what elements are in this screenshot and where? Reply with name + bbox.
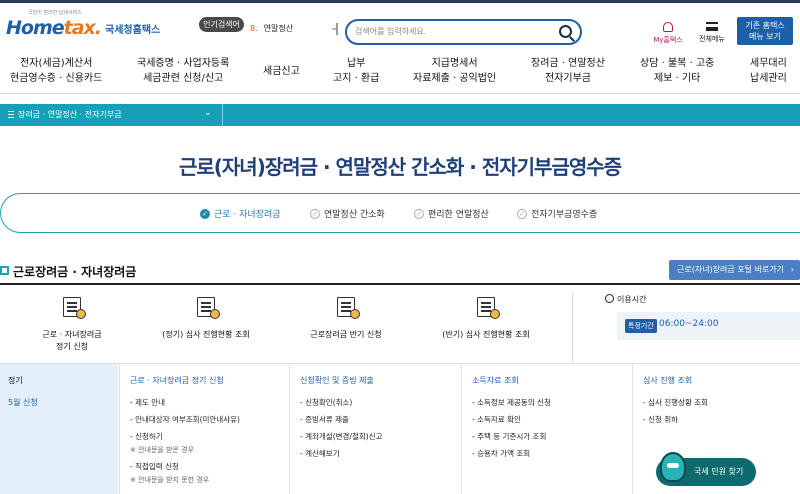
period-badge: 특정기간 (625, 319, 657, 333)
link-housing-price[interactable]: - 주택 등 기준시가 조회 (472, 428, 632, 445)
breadcrumb-title[interactable]: 장려금 · 연말정산 · 전자기부금 (18, 109, 122, 120)
tax-service-finder-button[interactable]: 국세 민원 찾기 (656, 452, 756, 486)
link-consent-request[interactable]: - 소득정보 제공동의 신청 (472, 394, 632, 411)
link-eligibility-check[interactable]: - 안내대상자 여부조회(미안내사유) (130, 411, 289, 428)
tab-simplified-settlement[interactable]: ✓ 연말정산 간소화 (310, 207, 385, 220)
incentive-portal-button[interactable]: 근로(자녀)장려금 포털 바로가기 › (669, 260, 800, 280)
section-divider (0, 283, 800, 285)
tab-donation-receipt[interactable]: ✓ 전자기부금영수증 (517, 207, 597, 220)
quick-item-regular-review-status[interactable]: (정기) 심사 진행현황 조회 (146, 297, 266, 341)
column-heading: 근로 · 자녀장려금 정기 신청 (130, 376, 224, 385)
period-cell: 정기 5월 신청 (0, 364, 118, 494)
link-car-value[interactable]: - 승용차 가액 조회 (472, 445, 632, 462)
list-icon (8, 111, 14, 118)
link-calculator[interactable]: - 계산해보기 (300, 445, 461, 462)
note-received-notice: ※ 안내문을 받은 경우 (130, 446, 195, 454)
gnb-item-tax-return[interactable]: 세금신고 (263, 64, 300, 79)
quick-item-half-year-review-status[interactable]: (반기) 심사 진행현황 조회 (426, 297, 546, 341)
note-not-received-notice: ※ 안내문을 받지 못한 경우 (130, 476, 210, 484)
popular-search-badge: 인기검색어 (199, 17, 244, 32)
link-direct-apply[interactable]: - 직접입력 신청 (130, 458, 289, 475)
old-hometax-line2: 메뉴 보기 (749, 32, 781, 41)
popular-keyword[interactable]: 연말정산 (264, 23, 293, 34)
check-icon: ✓ (414, 208, 424, 219)
logo-home-text: Hometax. (6, 17, 102, 39)
tab-bar: ✓ 근로 · 자녀장려금 ✓ 연말정산 간소화 ✓ 편리한 연말정산 ✓ 전자기부금영수… (0, 193, 800, 233)
link-income-data-check[interactable]: - 소득자료 확인 (472, 411, 632, 428)
service-hours: 이용시간 특정기간 06:00~24:00 (572, 292, 800, 364)
document-search-icon (477, 297, 500, 319)
old-hometax-line1: 기존 홈택스 (745, 21, 785, 30)
service-hours-box: 특정기간 06:00~24:00 (617, 312, 800, 340)
quick-item-regular-application[interactable]: 근로 · 자녀장려금 정기 신청 (12, 297, 132, 353)
my-hometax-label: My홈택스 (653, 36, 683, 44)
help-button-label: 국세 민원 찾기 (694, 467, 744, 476)
service-hours-label: 이용시간 (617, 295, 647, 304)
old-hometax-menu-button[interactable]: 기존 홈택스 메뉴 보기 (737, 17, 793, 45)
gnb-item-certificates[interactable]: 국세증명 · 사업자등록 세금관련 신청/신고 (137, 56, 229, 86)
document-search-icon (197, 297, 220, 319)
link-system-guide[interactable]: - 제도 안내 (130, 394, 289, 411)
all-menu-button[interactable]: 전체메뉴 (694, 22, 730, 44)
popular-keyword-dropdown[interactable]: 8. 연말정산 ⌄ (250, 18, 338, 38)
popular-rank: 8. (250, 23, 258, 33)
period-value: 5월 신청 (8, 398, 38, 407)
column-income-data: 소득자료 조회 - 소득정보 제공동의 신청 - 소득자료 확인 - 주택 등 … (461, 364, 632, 494)
header: 국민이 편리한 납세서비스 Hometax. 국세청홈택스 인기검색어 8. 연… (0, 3, 800, 49)
search-icon[interactable] (559, 25, 572, 38)
gnb-item-payment[interactable]: 납부 고지 · 환급 (333, 56, 379, 86)
service-hours-time: 06:00~24:00 (659, 319, 719, 329)
logo-tagline: 국민이 편리한 납세서비스 (28, 10, 82, 16)
document-search-icon (63, 297, 86, 319)
all-menu-label: 전체메뉴 (699, 35, 725, 43)
gnb-item-e-invoice[interactable]: 전자(세금)계산서 현금영수증 · 신용카드 (10, 56, 102, 86)
clock-icon (605, 294, 614, 303)
tab-earned-income-incentive[interactable]: ✓ 근로 · 자녀장려금 (200, 207, 281, 220)
gnb-item-incentive[interactable]: 장려금 · 연말정산 전자기부금 (531, 56, 605, 86)
column-heading: 소득자료 조회 (472, 376, 519, 385)
gnb-item-payment-statement[interactable]: 지급명세서 자료제출 · 공익법인 (413, 56, 496, 86)
column-heading: 신청확인 및 증빙 제출 (300, 376, 374, 385)
tab-convenient-settlement[interactable]: ✓ 편리한 연말정산 (414, 207, 489, 220)
column-application-check: 신청확인 및 증빙 제출 - 신청확인(취소) - 증빙서류 제출 - 계좌개설… (289, 364, 461, 494)
period-label: 정기 (8, 376, 23, 385)
check-icon: ✓ (200, 208, 210, 219)
section-header: 근로장려금 · 자녀장려금 근로(자녀)장려금 포털 바로가기 › (0, 260, 800, 282)
quick-item-half-year-application[interactable]: 근로장려금 반기 신청 (286, 297, 406, 341)
menu-icon (706, 22, 718, 31)
logo-korean: 국세청홈택스 (105, 24, 161, 36)
link-account-report[interactable]: - 계좌개설(변경/철회)신고 (300, 428, 461, 445)
chevron-right-icon: › (790, 265, 794, 274)
column-regular-application: 근로 · 자녀장려금 정기 신청 - 제도 안내 - 안내대상자 여부조회(미안… (119, 364, 289, 494)
search-placeholder: 검색어를 입력하세요. (355, 27, 427, 36)
search-input[interactable]: 검색어를 입력하세요. (345, 19, 582, 45)
document-search-icon (337, 297, 360, 319)
section-heading: 근로장려금 · 자녀장려금 (13, 265, 137, 279)
hometax-logo[interactable]: 국민이 편리한 납세서비스 Hometax. 국세청홈택스 (6, 10, 161, 39)
divider (222, 104, 223, 126)
page-title: 근로(자녀)장려금 · 연말정산 간소화 · 전자기부금영수증 (178, 155, 622, 179)
pause-icon[interactable] (336, 23, 338, 35)
person-icon (663, 22, 673, 32)
link-apply[interactable]: - 신청하기 (130, 428, 289, 445)
check-icon: ✓ (310, 208, 320, 219)
gnb-item-tax-agent[interactable]: 세무대리 납세관리 (750, 56, 787, 86)
section-square-icon (0, 266, 9, 275)
link-submit-evidence[interactable]: - 증빙서류 제출 (300, 411, 461, 428)
chatbot-mascot-icon (660, 452, 686, 482)
chevron-down-icon[interactable]: ⌄ (204, 108, 212, 118)
my-hometax-button[interactable]: My홈택스 (648, 22, 688, 45)
check-icon: ✓ (517, 208, 527, 219)
breadcrumb-bar[interactable]: 장려금 · 연말정산 · 전자기부금 ⌄ (0, 104, 800, 126)
link-review-status[interactable]: - 심사 진행상황 조회 (643, 394, 800, 411)
global-navigation: 전자(세금)계산서 현금영수증 · 신용카드 국세증명 · 사업자등록 세금관련 신… (0, 52, 800, 94)
link-withdraw[interactable]: - 신청 취하 (643, 411, 800, 428)
column-heading: 심사 진행 조회 (643, 376, 693, 385)
link-application-check[interactable]: - 신청확인(취소) (300, 394, 461, 411)
gnb-item-consulting[interactable]: 상담 · 불복 · 고충 제보 · 기타 (640, 56, 714, 86)
